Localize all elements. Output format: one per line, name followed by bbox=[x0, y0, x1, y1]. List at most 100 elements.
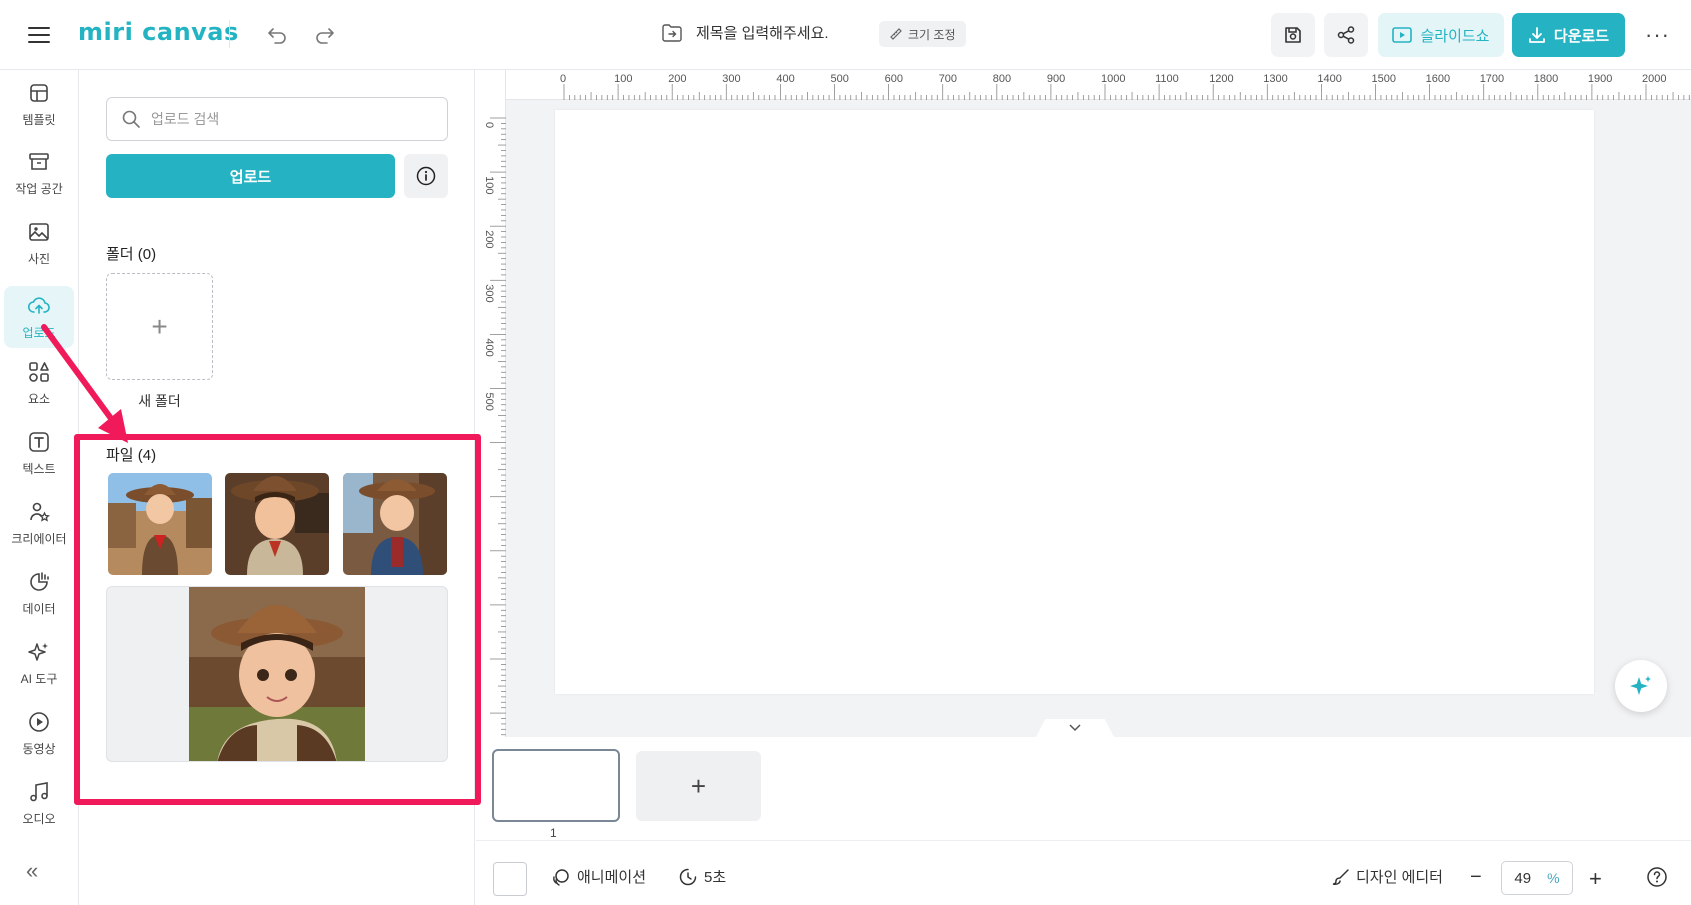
document-title[interactable]: 제목을 입력해주세요. bbox=[662, 22, 829, 43]
ruler-tick-label: 800 bbox=[993, 73, 1011, 85]
ruler-tick-label: 100 bbox=[483, 176, 495, 194]
nav-item-workspace[interactable]: 작업 공간 bbox=[4, 142, 74, 204]
nav-item-video[interactable]: 동영상 bbox=[4, 702, 74, 764]
nav-item-data[interactable]: 데이터 bbox=[4, 562, 74, 624]
design-page[interactable] bbox=[555, 110, 1594, 694]
help-button[interactable] bbox=[1646, 866, 1668, 888]
sparkle-icon bbox=[1630, 676, 1651, 695]
animation-icon bbox=[553, 868, 569, 886]
nav-label: 데이터 bbox=[22, 601, 56, 616]
new-folder-label: 새 폴더 bbox=[138, 393, 181, 409]
nav-label: 템플릿 bbox=[22, 112, 56, 127]
ruler-tick-label: 1300 bbox=[1263, 73, 1287, 85]
zoom-out-button[interactable]: − bbox=[1470, 866, 1482, 889]
save-icon bbox=[1285, 27, 1301, 43]
ruler-tick-label: 1200 bbox=[1209, 73, 1233, 85]
animation-button[interactable]: 애니메이션 bbox=[551, 866, 646, 887]
brush-icon bbox=[1332, 868, 1349, 885]
zoom-input[interactable]: 49 % bbox=[1501, 861, 1573, 895]
ruler-tick-label: 0 bbox=[483, 122, 495, 128]
app-logo[interactable]: miri canvas bbox=[78, 18, 239, 46]
chart-icon bbox=[30, 571, 49, 591]
nav-label: 크리에이터 bbox=[11, 531, 67, 546]
archive-icon bbox=[29, 152, 49, 170]
new-folder-button[interactable]: + bbox=[106, 273, 213, 380]
more-options-icon[interactable]: ··· bbox=[1645, 22, 1670, 48]
nav-item-creator[interactable]: 크리에이터 bbox=[4, 492, 74, 554]
nav-item-text[interactable]: 텍스트 bbox=[4, 422, 74, 484]
nav-label: 작업 공간 bbox=[15, 181, 63, 196]
creator-icon bbox=[30, 502, 50, 522]
slideshow-button[interactable]: 슬라이드쇼 bbox=[1378, 13, 1504, 57]
uploaded-image-thumbnail[interactable] bbox=[225, 473, 329, 575]
upload-search-input[interactable]: 업로드 검색 bbox=[106, 97, 448, 141]
nav-label: 동영상 bbox=[22, 741, 56, 756]
upload-panel: 업로드 검색 업로드 폴더 (0) + 새 폴더 파일 (4) bbox=[79, 70, 475, 905]
ruler-tick-label: 200 bbox=[668, 73, 686, 85]
sparkle-icon bbox=[28, 642, 48, 661]
ruler-tick-label: 1700 bbox=[1480, 73, 1504, 85]
share-button[interactable] bbox=[1324, 13, 1368, 57]
undo-icon[interactable] bbox=[264, 22, 290, 48]
template-icon bbox=[30, 83, 48, 102]
nav-item-ai-tools[interactable]: AI 도구 bbox=[4, 632, 74, 694]
design-editor-label: 디자인 에디터 bbox=[1356, 869, 1443, 886]
animation-label: 애니메이션 bbox=[577, 869, 647, 886]
nav-item-upload[interactable]: 업로드 bbox=[4, 286, 74, 348]
ruler-tick-label: 1800 bbox=[1534, 73, 1558, 85]
collapse-sidebar-icon[interactable]: « bbox=[26, 858, 38, 884]
zoom-value[interactable]: 49 bbox=[1514, 870, 1531, 887]
files-heading: 파일 (4) bbox=[106, 447, 157, 464]
uploaded-image-preview[interactable] bbox=[106, 586, 448, 762]
add-page-button[interactable]: + bbox=[636, 751, 761, 821]
upload-button[interactable]: 업로드 bbox=[106, 154, 395, 198]
side-navigation: 템플릿 작업 공간 사진 업로드 요소 텍스트 크리에이터 데이터 AI 도구 … bbox=[0, 70, 79, 905]
resize-label: 크기 조정 bbox=[908, 27, 956, 42]
collapse-pages-button[interactable] bbox=[1036, 719, 1114, 737]
info-button[interactable] bbox=[404, 154, 448, 198]
music-icon bbox=[30, 781, 48, 801]
save-button[interactable] bbox=[1271, 13, 1315, 57]
nav-item-photos[interactable]: 사진 bbox=[4, 212, 74, 274]
uploaded-image-thumbnail[interactable] bbox=[108, 473, 212, 575]
nav-label: 사진 bbox=[27, 251, 51, 266]
duration-button[interactable]: 5초 bbox=[678, 866, 726, 887]
shapes-icon bbox=[29, 361, 49, 382]
menu-icon[interactable] bbox=[26, 23, 52, 47]
ai-assistant-button[interactable] bbox=[1615, 660, 1667, 712]
nav-label: 텍스트 bbox=[22, 461, 56, 476]
info-icon bbox=[416, 166, 436, 186]
ruler-tick-label: 200 bbox=[483, 230, 495, 248]
ruler-icon bbox=[890, 28, 902, 40]
zoom-in-button[interactable]: + bbox=[1589, 866, 1602, 892]
nav-label: 오디오 bbox=[22, 811, 56, 826]
title-text[interactable]: 제목을 입력해주세요. bbox=[696, 22, 829, 43]
zoom-unit: % bbox=[1547, 870, 1560, 886]
ruler-tick-label: 300 bbox=[483, 284, 495, 302]
nav-item-elements[interactable]: 요소 bbox=[4, 352, 74, 414]
nav-item-templates[interactable]: 템플릿 bbox=[4, 73, 74, 135]
download-label: 다운로드 bbox=[1553, 27, 1610, 45]
background-color-swatch[interactable] bbox=[493, 862, 527, 896]
folder-move-icon[interactable] bbox=[662, 23, 682, 42]
play-icon bbox=[29, 711, 49, 732]
download-button[interactable]: 다운로드 bbox=[1512, 13, 1625, 57]
plus-icon: + bbox=[690, 770, 707, 801]
nav-label: 요소 bbox=[27, 391, 51, 406]
vertical-ruler: 0 100 200 300 400 500 bbox=[476, 70, 506, 737]
resize-button[interactable]: 크기 조정 bbox=[879, 21, 966, 47]
image-icon bbox=[29, 222, 49, 241]
ruler-tick-label: 100 bbox=[614, 73, 632, 85]
page-thumbnail[interactable] bbox=[492, 749, 620, 822]
ruler-tick-label: 1100 bbox=[1155, 73, 1179, 85]
cloud-upload-icon bbox=[27, 296, 50, 314]
ruler-tick-label: 500 bbox=[483, 393, 495, 411]
design-editor-button[interactable]: 디자인 에디터 bbox=[1332, 866, 1443, 887]
nav-item-audio[interactable]: 오디오 bbox=[4, 772, 74, 834]
folders-heading: 폴더 (0) bbox=[106, 246, 157, 263]
redo-icon[interactable] bbox=[312, 22, 338, 48]
ruler-tick-label: 400 bbox=[483, 338, 495, 356]
divider bbox=[229, 20, 230, 48]
ruler-tick-label: 1600 bbox=[1426, 73, 1450, 85]
uploaded-image-thumbnail[interactable] bbox=[343, 473, 447, 575]
